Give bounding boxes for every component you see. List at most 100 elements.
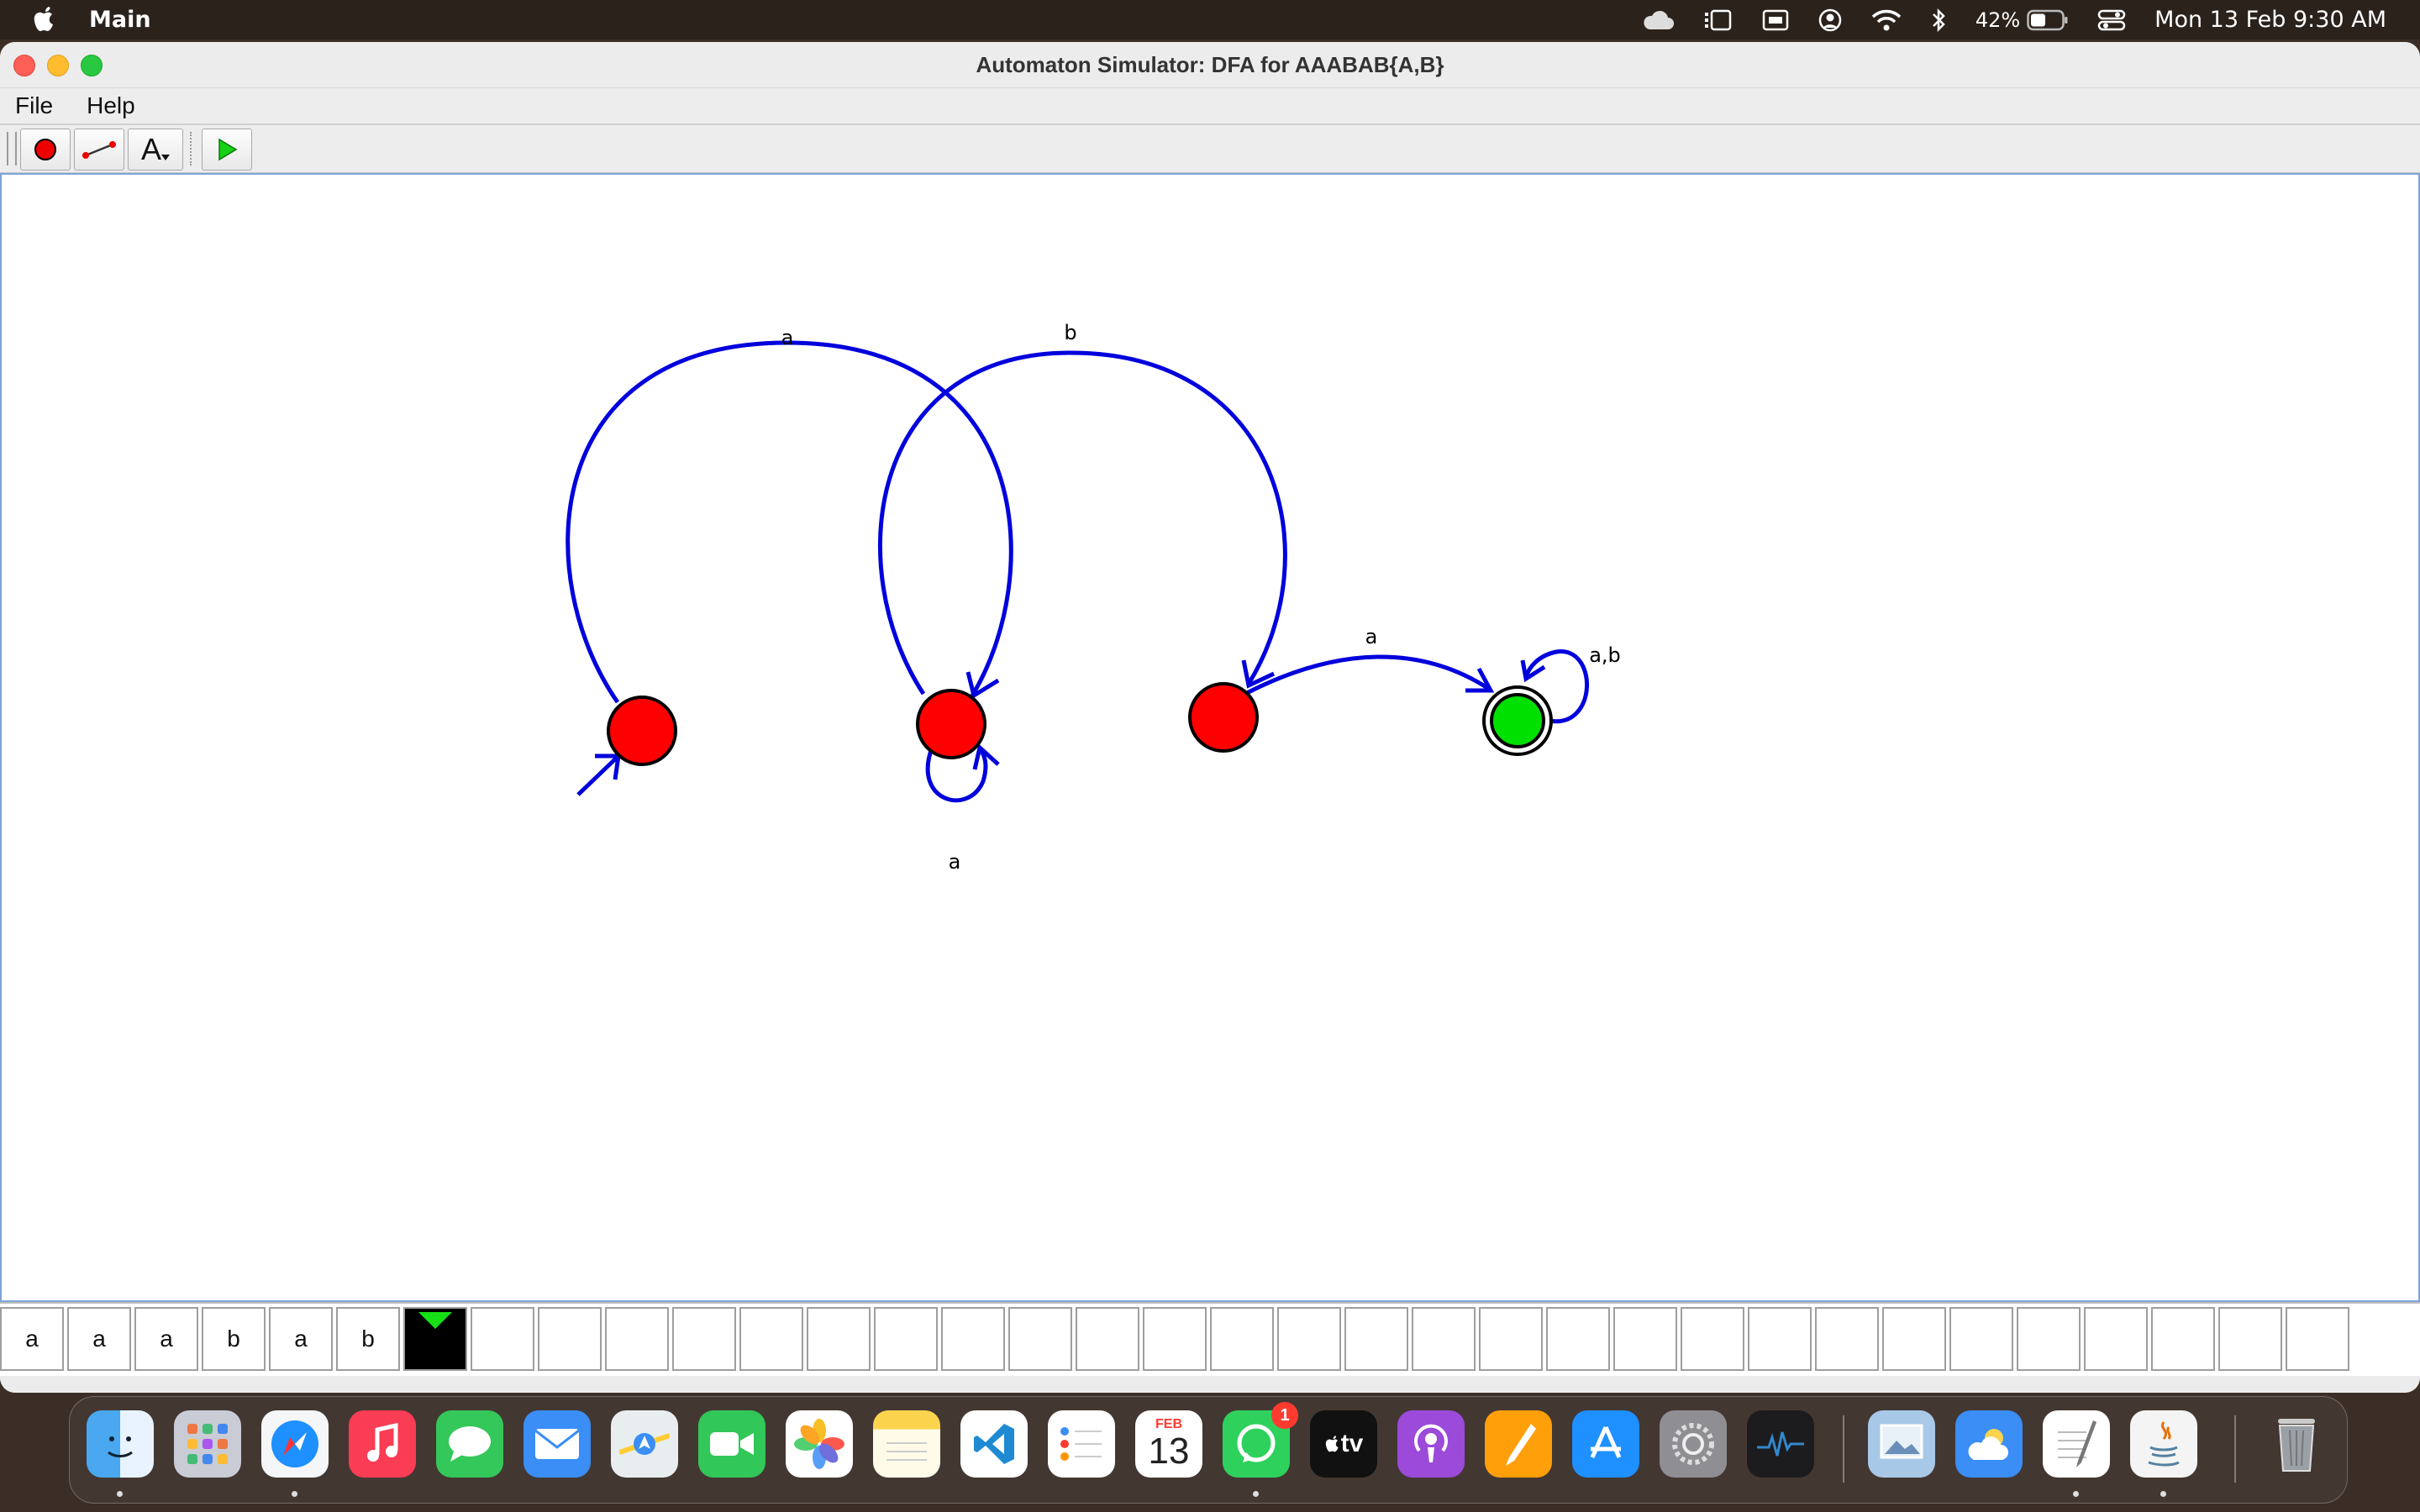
transition-q2-q3[interactable] — [1240, 654, 1491, 698]
label-q0-q1: a — [781, 326, 794, 349]
system-settings-icon[interactable] — [1660, 1410, 1727, 1478]
state-q3[interactable] — [1490, 693, 1545, 748]
facetime-icon[interactable] — [698, 1410, 765, 1478]
tape-cell-empty[interactable] — [941, 1307, 1005, 1371]
screen-mirror-icon[interactable] — [1762, 8, 1789, 32]
tape-cell-empty[interactable] — [1613, 1307, 1677, 1371]
tape-cell-empty[interactable] — [1076, 1307, 1139, 1371]
state-q1[interactable] — [916, 689, 986, 759]
tape-cell[interactable]: a — [134, 1307, 198, 1371]
menu-file[interactable]: File — [15, 92, 53, 119]
tape-cell[interactable]: a — [0, 1307, 64, 1371]
tape-cell-empty[interactable] — [2218, 1307, 2282, 1371]
apple-icon[interactable] — [32, 5, 57, 34]
run-button[interactable] — [202, 129, 252, 171]
window-titlebar[interactable]: Automaton Simulator: DFA for AAABAB{A,B} — [0, 42, 2420, 88]
launchpad-icon[interactable] — [174, 1410, 241, 1478]
tape-cell-empty[interactable] — [2151, 1307, 2215, 1371]
trash-icon[interactable] — [2263, 1410, 2330, 1478]
mail-icon[interactable] — [523, 1410, 591, 1478]
tape-cell-empty[interactable] — [1949, 1307, 2013, 1371]
whatsapp-running-dot — [1253, 1491, 1259, 1497]
add-transition-tool-button[interactable] — [74, 129, 124, 171]
tape-cell-empty[interactable] — [1748, 1307, 1812, 1371]
music-icon[interactable] — [349, 1410, 416, 1478]
dock: FEB 13 1 tv — [69, 1396, 2348, 1504]
tape-cell-empty[interactable] — [2017, 1307, 2081, 1371]
apple-logo-icon — [1325, 1436, 1339, 1452]
weather-icon[interactable] — [1955, 1410, 2023, 1478]
tape-cell-empty[interactable] — [739, 1307, 803, 1371]
state-q2[interactable] — [1188, 682, 1259, 753]
wifi-icon[interactable] — [1871, 8, 1902, 32]
tape-cell[interactable]: a — [67, 1307, 131, 1371]
textedit-icon[interactable] — [2043, 1410, 2110, 1478]
tape-cell-empty[interactable] — [1815, 1307, 1879, 1371]
tape-cell-empty[interactable] — [1546, 1307, 1610, 1371]
state-q0[interactable] — [607, 696, 677, 766]
tape-cell-empty[interactable] — [1143, 1307, 1207, 1371]
tape-cell-empty[interactable] — [1479, 1307, 1543, 1371]
maps-icon[interactable] — [611, 1410, 678, 1478]
podcasts-icon[interactable] — [1397, 1410, 1465, 1478]
vscode-icon[interactable] — [960, 1410, 1028, 1478]
java-icon[interactable] — [2130, 1410, 2197, 1478]
tape-cell-empty[interactable] — [874, 1307, 938, 1371]
tape-cell-empty[interactable] — [2286, 1307, 2349, 1371]
tape-cell-empty[interactable] — [1210, 1307, 1274, 1371]
user-icon[interactable] — [1818, 8, 1843, 33]
transition-q1-q2[interactable] — [877, 350, 1287, 696]
tape-cell-empty[interactable] — [538, 1307, 602, 1371]
tape-cell-empty[interactable] — [1008, 1307, 1072, 1371]
safari-icon[interactable] — [261, 1410, 329, 1478]
tape-cell-empty[interactable] — [1277, 1307, 1341, 1371]
app-store-icon[interactable] — [1572, 1410, 1639, 1478]
app-menu-bar: File Help — [0, 88, 2420, 125]
macos-menu-bar: Main 42% Mon 13 Feb 9:30 AM — [0, 0, 2420, 39]
toolbar: A — [0, 125, 2420, 173]
java-running-dot — [2160, 1491, 2166, 1497]
input-tape[interactable]: aaabab — [0, 1302, 2420, 1378]
battery-status[interactable]: 42% — [1975, 8, 2069, 32]
calendar-day: 13 — [1148, 1431, 1190, 1472]
control-center-icon[interactable] — [2097, 8, 2126, 32]
battery-icon — [2027, 9, 2068, 30]
tape-cell-empty[interactable] — [2084, 1307, 2148, 1371]
active-app-name[interactable]: Main — [89, 7, 151, 33]
add-state-tool-button[interactable] — [20, 129, 71, 171]
tape-cell[interactable]: b — [202, 1307, 266, 1371]
tape-cell-empty[interactable] — [471, 1307, 534, 1371]
tv-icon[interactable]: tv — [1310, 1410, 1377, 1478]
menu-help[interactable]: Help — [87, 92, 135, 119]
tape-cell-empty[interactable] — [1344, 1307, 1408, 1371]
preview-icon[interactable] — [1868, 1410, 1935, 1478]
tape-cell[interactable]: b — [336, 1307, 400, 1371]
tape-cell-empty[interactable] — [672, 1307, 736, 1371]
automaton-canvas[interactable]: a b a a a,b — [0, 173, 2420, 1302]
activity-monitor-icon[interactable] — [1747, 1410, 1814, 1478]
whatsapp-icon[interactable]: 1 — [1223, 1402, 1298, 1478]
notes-icon[interactable] — [873, 1410, 940, 1478]
toolbar-grip[interactable] — [7, 132, 17, 165]
transition-q0-q1[interactable] — [566, 340, 1013, 704]
bluetooth-icon[interactable] — [1930, 8, 1947, 33]
simulator-window: Automaton Simulator: DFA for AAABAB{A,B}… — [0, 42, 2420, 1393]
photos-icon[interactable] — [786, 1410, 853, 1478]
icloud-icon[interactable] — [1641, 9, 1675, 31]
tape-cell-empty[interactable] — [807, 1307, 871, 1371]
menubar-clock[interactable]: Mon 13 Feb 9:30 AM — [2154, 7, 2386, 33]
tape-head-cell[interactable] — [403, 1307, 467, 1371]
add-label-tool-button[interactable]: A — [128, 129, 183, 171]
tape-cell[interactable]: a — [269, 1307, 333, 1371]
label-q3-self: a,b — [1589, 643, 1621, 667]
messages-icon[interactable] — [436, 1410, 503, 1478]
calendar-icon[interactable]: FEB 13 — [1135, 1410, 1202, 1478]
reminders-icon[interactable] — [1048, 1410, 1115, 1478]
pages-icon[interactable] — [1485, 1410, 1552, 1478]
finder-icon[interactable] — [87, 1410, 154, 1478]
tape-cell-empty[interactable] — [1681, 1307, 1744, 1371]
stage-manager-icon[interactable] — [1703, 8, 1733, 32]
tape-cell-empty[interactable] — [1882, 1307, 1946, 1371]
tape-cell-empty[interactable] — [605, 1307, 669, 1371]
tape-cell-empty[interactable] — [1412, 1307, 1476, 1371]
